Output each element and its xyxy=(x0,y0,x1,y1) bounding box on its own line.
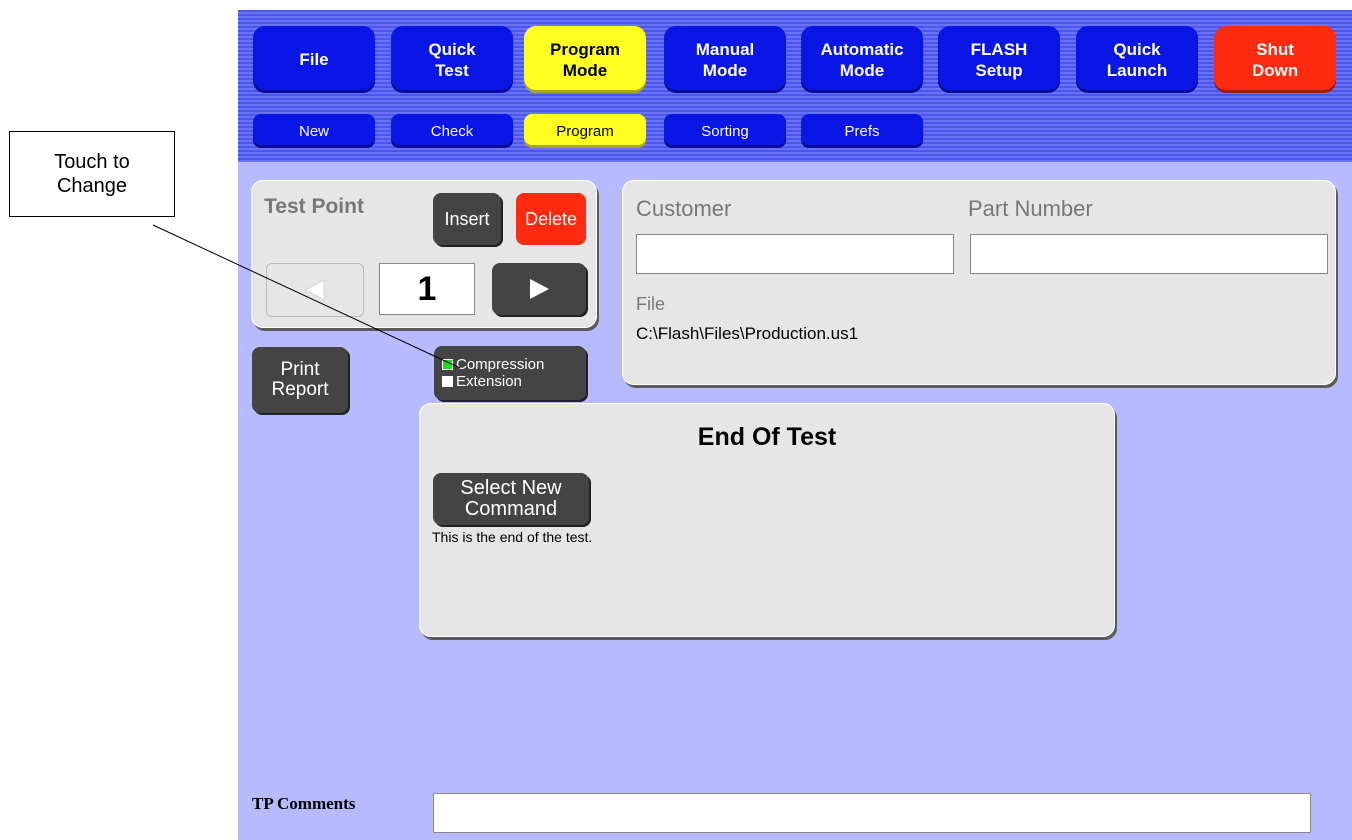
insert-button[interactable]: Insert xyxy=(433,193,501,245)
subnav-sorting-button[interactable]: Sorting xyxy=(664,114,786,148)
select-new-command-button[interactable]: Select New Command xyxy=(433,473,589,525)
subnav-program-button[interactable]: Program xyxy=(524,114,646,148)
nav-flash-setup-button[interactable]: FLASH Setup xyxy=(938,26,1060,93)
subnav-prefs-button[interactable]: Prefs xyxy=(801,114,923,148)
file-info-panel: Customer Part Number File C:\Flash\Files… xyxy=(622,180,1336,385)
nav-quick-test-button[interactable]: Quick Test xyxy=(391,26,513,93)
test-point-label: Test Point xyxy=(264,195,364,218)
command-title: End Of Test xyxy=(697,423,837,451)
extension-label: Extension xyxy=(456,373,522,390)
compression-option: Compression xyxy=(442,356,544,373)
nav-automatic-mode-button[interactable]: Automatic Mode xyxy=(801,26,923,93)
nav-quick-launch-button[interactable]: Quick Launch xyxy=(1076,26,1198,93)
part-number-label: Part Number xyxy=(968,196,1093,221)
print-report-button[interactable]: Print Report xyxy=(252,347,348,413)
part-number-field[interactable] xyxy=(970,234,1328,274)
compression-extension-toggle[interactable]: Compression Extension xyxy=(434,346,586,400)
subnav-check-button[interactable]: Check xyxy=(391,114,513,148)
customer-field[interactable] xyxy=(636,234,954,274)
test-point-number[interactable]: 1 xyxy=(379,263,475,315)
customer-label: Customer xyxy=(636,196,732,221)
compression-label: Compression xyxy=(456,356,545,373)
next-test-point-button[interactable] xyxy=(492,263,586,315)
delete-button[interactable]: Delete xyxy=(516,193,586,245)
tp-comments-field[interactable] xyxy=(433,793,1311,833)
callout-box: Touch to Change xyxy=(9,131,175,217)
nav-manual-mode-button[interactable]: Manual Mode xyxy=(664,26,786,93)
extension-option: Extension xyxy=(442,373,522,390)
nav-shut-down-button[interactable]: Shut Down xyxy=(1214,26,1336,93)
test-point-panel: Test Point Insert Delete 1 xyxy=(251,180,597,328)
tp-comments-label: TP Comments xyxy=(252,794,356,813)
nav-program-mode-button[interactable]: Program Mode xyxy=(524,26,646,93)
command-panel: End Of Test Select New Command This is t… xyxy=(419,403,1115,637)
left-arrow-icon xyxy=(303,279,325,301)
extension-indicator-icon xyxy=(442,376,453,387)
command-description: This is the end of the test. xyxy=(432,529,593,545)
callout-text-line2: Change xyxy=(56,175,128,197)
file-path: C:\Flash\Files\Production.us1 xyxy=(636,324,859,343)
callout-text-line1: Touch to xyxy=(54,151,130,173)
subnav-new-button[interactable]: New xyxy=(253,114,375,148)
compression-indicator-icon xyxy=(442,359,453,370)
nav-file-button[interactable]: File xyxy=(253,26,375,93)
app-window: File Quick Test Program Mode Manual Mode… xyxy=(238,10,1352,840)
previous-test-point-button[interactable] xyxy=(266,263,364,317)
file-label: File xyxy=(636,294,666,314)
right-arrow-icon xyxy=(530,279,549,299)
